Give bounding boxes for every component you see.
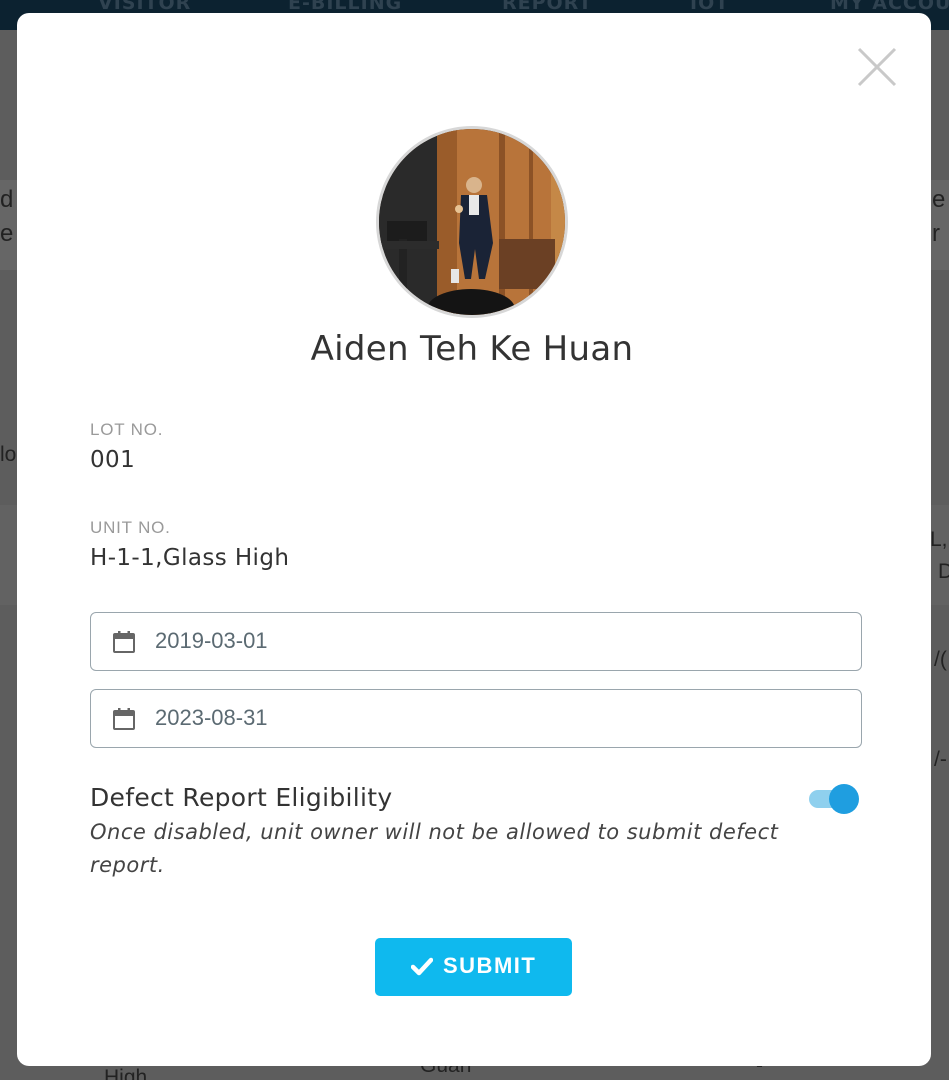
background-nav-account: MY ACCOU xyxy=(830,0,949,14)
calendar-icon xyxy=(113,631,135,653)
unit-number-value: H-1-1,Glass High xyxy=(90,545,290,571)
background-nav-ebilling: E-BILLING xyxy=(288,0,403,14)
background-fragment: e xyxy=(932,186,946,213)
unit-owner-modal: Aiden Teh Ke Huan LOT NO. 001 UNIT NO. H… xyxy=(17,13,931,1066)
background-nav-iot: IOT xyxy=(690,0,730,14)
avatar xyxy=(379,129,565,315)
defect-eligibility-title: Defect Report Eligibility xyxy=(90,783,393,812)
background-nav-report: REPORT xyxy=(502,0,593,14)
lot-number-label: LOT NO. xyxy=(90,420,164,439)
defect-eligibility-toggle[interactable] xyxy=(807,782,861,814)
submit-label: SUBMIT xyxy=(443,953,537,978)
background-nav-visitor: VISITOR xyxy=(98,0,192,14)
background-fragment: d xyxy=(0,186,14,213)
profile-photo xyxy=(379,129,565,315)
start-date-field[interactable]: 2019-03-01 xyxy=(90,612,862,671)
background-fragment: e xyxy=(0,220,14,247)
end-date-value: 2023-08-31 xyxy=(155,705,268,730)
lot-number-value: 001 xyxy=(90,447,136,473)
background-fragment: r xyxy=(932,220,940,247)
submit-button[interactable]: SUBMIT xyxy=(375,938,572,996)
defect-eligibility-description: Once disabled, unit owner will not be al… xyxy=(90,820,779,877)
close-icon xyxy=(857,47,897,87)
calendar-icon xyxy=(113,708,135,730)
unit-number-label: UNIT NO. xyxy=(90,518,171,537)
background-fragment: /( xyxy=(934,648,947,671)
background-fragment: lo xyxy=(0,443,17,466)
toggle-knob xyxy=(829,784,859,814)
start-date-value: 2019-03-01 xyxy=(155,628,268,653)
close-button[interactable] xyxy=(855,45,899,89)
check-icon xyxy=(411,957,433,976)
background-fragment: D xyxy=(938,560,949,583)
background-fragment: /- xyxy=(934,748,947,771)
end-date-field[interactable]: 2023-08-31 xyxy=(90,689,862,748)
background-fragment: L,P xyxy=(930,528,949,551)
background-fragment: High xyxy=(104,1066,148,1080)
user-name: Aiden Teh Ke Huan xyxy=(310,329,634,369)
